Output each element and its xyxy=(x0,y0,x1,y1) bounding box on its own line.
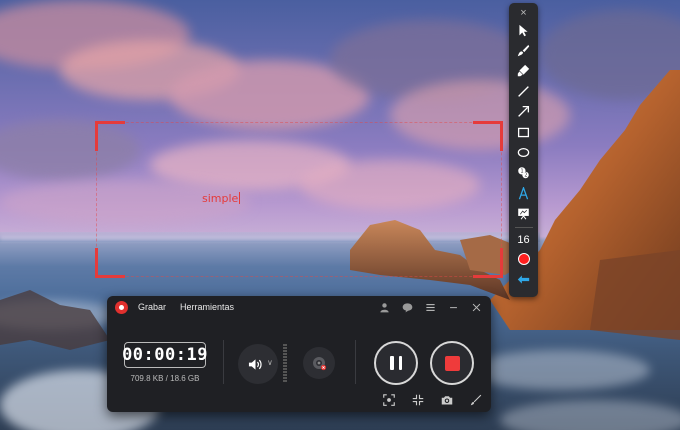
region-corner-top-right[interactable] xyxy=(473,121,503,151)
undo-icon[interactable] xyxy=(511,269,537,289)
pause-icon xyxy=(398,356,402,370)
account-icon[interactable] xyxy=(377,300,391,314)
close-icon[interactable]: × xyxy=(520,6,526,20)
menu-record[interactable]: Grabar xyxy=(138,302,166,312)
divider xyxy=(223,340,224,384)
arrow-icon[interactable] xyxy=(511,102,537,122)
annotation-text: simple xyxy=(202,192,239,205)
toolbar-separator xyxy=(514,226,533,228)
menu-icon[interactable] xyxy=(423,300,437,314)
timer-display: 00:00:19 xyxy=(122,342,208,368)
minimize-icon[interactable] xyxy=(446,300,460,314)
file-size: 709.8 KB / 18.6 GB xyxy=(130,374,200,383)
text-annotation[interactable]: simple xyxy=(202,192,241,205)
recorder-titlebar: Grabar Herramientas xyxy=(107,296,491,318)
surf xyxy=(470,350,650,390)
highlighter-icon[interactable] xyxy=(511,61,537,81)
speaker-icon xyxy=(248,358,262,370)
region-corner-bottom-left[interactable] xyxy=(95,248,125,278)
region-corner-bottom-right[interactable] xyxy=(473,248,503,278)
chat-icon[interactable] xyxy=(400,300,414,314)
recording-tools xyxy=(382,393,482,406)
rectangle-icon[interactable] xyxy=(511,122,537,142)
app-logo-icon xyxy=(115,300,128,314)
surf xyxy=(500,400,680,430)
collapse-icon[interactable] xyxy=(411,393,424,406)
camera-icon[interactable] xyxy=(440,393,453,406)
pause-icon xyxy=(390,356,394,370)
webcam-button[interactable] xyxy=(303,347,335,379)
brush-icon[interactable] xyxy=(511,40,537,60)
chevron-down-icon[interactable]: ∨ xyxy=(267,358,273,367)
region-corner-top-left[interactable] xyxy=(95,121,125,151)
number-marker-icon[interactable]: 12 xyxy=(511,163,537,183)
recording-region[interactable] xyxy=(95,121,503,278)
cursor-icon[interactable] xyxy=(511,20,537,40)
close-icon[interactable] xyxy=(469,300,483,314)
svg-text:1: 1 xyxy=(520,169,523,175)
text-caret xyxy=(239,192,241,204)
screenshot-region-icon[interactable] xyxy=(382,393,395,406)
text-icon[interactable] xyxy=(511,183,537,203)
divider xyxy=(355,340,356,384)
stop-button[interactable] xyxy=(430,341,474,385)
whiteboard-icon[interactable] xyxy=(511,204,537,224)
stop-icon xyxy=(444,355,460,371)
recorder-panel: Grabar Herramientas 00:00:19 709.8 KB / … xyxy=(107,296,491,412)
pause-button[interactable] xyxy=(374,341,418,385)
line-icon[interactable] xyxy=(511,81,537,101)
pen-icon[interactable] xyxy=(469,393,482,406)
volume-meter xyxy=(283,344,287,382)
drawing-toolbar: × 12 16 xyxy=(509,3,538,297)
svg-text:2: 2 xyxy=(524,173,527,179)
menu-tools[interactable]: Herramientas xyxy=(180,302,234,312)
elapsed-time: 00:00:19 xyxy=(122,345,208,365)
color-picker[interactable] xyxy=(517,252,530,265)
ellipse-icon[interactable] xyxy=(511,142,537,162)
brush-size[interactable]: 16 xyxy=(517,231,529,249)
webcam-icon xyxy=(313,357,327,371)
